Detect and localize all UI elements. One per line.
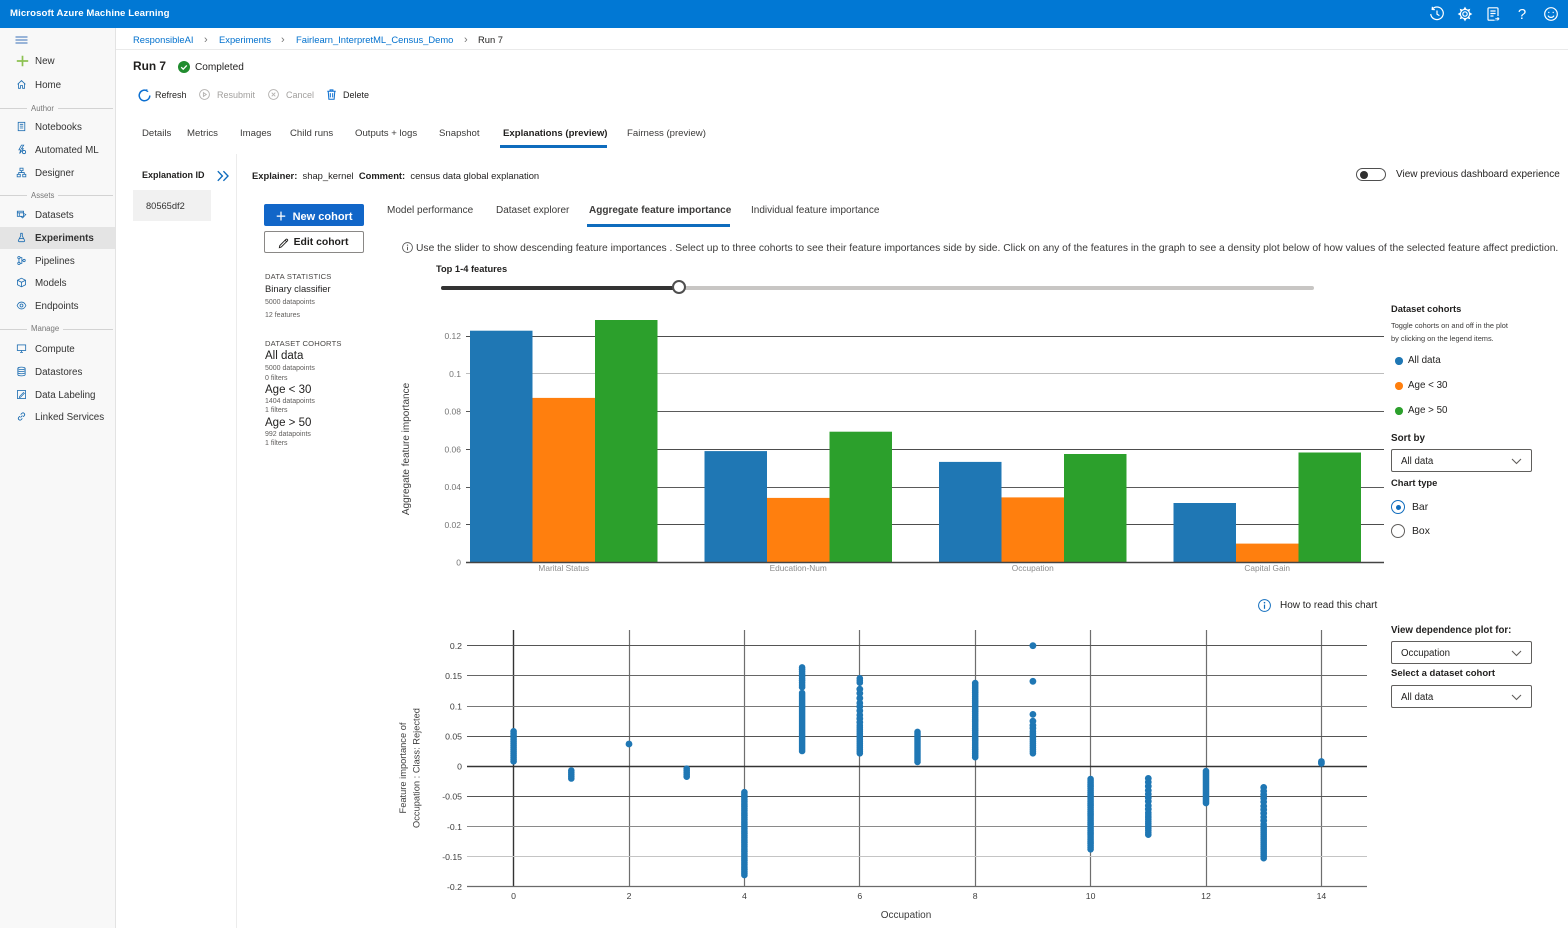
svg-text:Marital Status: Marital Status (538, 563, 589, 573)
svg-text:0: 0 (511, 891, 516, 901)
svg-text:0.02: 0.02 (444, 520, 461, 530)
svg-text:0.2: 0.2 (450, 641, 462, 651)
svg-text:0.1: 0.1 (450, 701, 462, 711)
svg-text:0.06: 0.06 (444, 444, 461, 454)
svg-text:-0.2: -0.2 (447, 882, 462, 892)
svg-text:8: 8 (973, 891, 978, 901)
svg-text:0.05: 0.05 (445, 731, 462, 741)
svg-text:0.04: 0.04 (444, 482, 461, 492)
svg-text:0.15: 0.15 (445, 671, 462, 681)
svg-text:Occupation: Occupation (881, 910, 932, 921)
svg-text:0: 0 (456, 558, 461, 568)
svg-text:Feature importance of: Feature importance of (398, 722, 408, 813)
svg-text:6: 6 (857, 891, 862, 901)
svg-text:Aggregate feature importance: Aggregate feature importance (401, 382, 412, 515)
svg-text:0.08: 0.08 (444, 407, 461, 417)
svg-text:-0.1: -0.1 (447, 822, 462, 832)
svg-text:Capital Gain: Capital Gain (1244, 563, 1290, 573)
svg-text:0.12: 0.12 (444, 331, 461, 341)
svg-text:Occupation : Class: Rejected: Occupation : Class: Rejected (412, 708, 422, 828)
svg-text:Occupation: Occupation (1012, 563, 1054, 573)
svg-text:12: 12 (1201, 891, 1211, 901)
svg-text:-0.05: -0.05 (442, 792, 462, 802)
svg-text:14: 14 (1317, 891, 1327, 901)
svg-text:2: 2 (627, 891, 632, 901)
svg-text:10: 10 (1086, 891, 1096, 901)
svg-text:4: 4 (742, 891, 747, 901)
svg-text:0.1: 0.1 (449, 369, 461, 379)
svg-text:0: 0 (457, 762, 462, 772)
svg-text:Education-Num: Education-Num (770, 563, 827, 573)
svg-text:-0.15: -0.15 (442, 852, 462, 862)
